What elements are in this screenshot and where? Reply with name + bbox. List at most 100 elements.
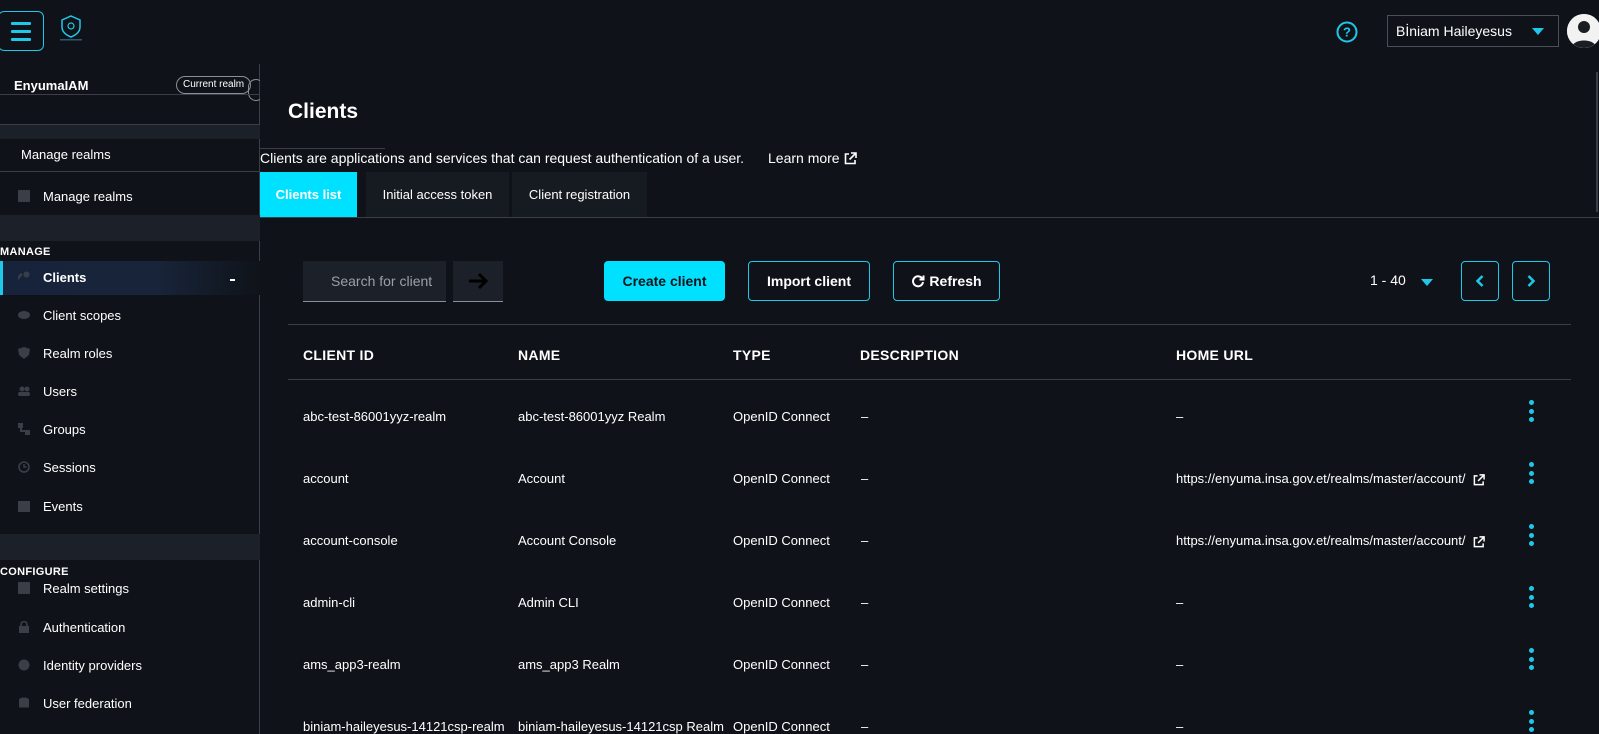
hamburger-menu-button[interactable] — [0, 11, 44, 51]
sidebar-item-label: User federation — [43, 696, 132, 711]
divider — [260, 148, 385, 149]
sidebar-item-events[interactable]: Events — [0, 490, 260, 524]
sidebar-item-label: Groups — [43, 422, 86, 437]
key-icon — [18, 271, 30, 280]
divider — [288, 379, 1571, 380]
column-header-client-id[interactable]: CLIENT ID — [303, 347, 374, 363]
client-name: biniam-haileyesus-14121csp Realm — [518, 719, 724, 734]
lock-icon — [19, 621, 29, 633]
client-id-link[interactable]: admin-cli — [303, 595, 355, 610]
sidebar-item-label: Client scopes — [43, 308, 122, 323]
home-url-link[interactable]: https://enyuma.insa.gov.et/realms/master… — [1176, 533, 1485, 548]
sidebar-item-user-federation[interactable]: User federation — [0, 687, 260, 721]
sidebar-item-label: Realm settings — [43, 581, 129, 596]
eye-icon — [18, 311, 30, 319]
create-client-button[interactable]: Create client — [604, 261, 725, 301]
refresh-label: Refresh — [929, 273, 982, 289]
row-actions-kebab-icon[interactable] — [1527, 462, 1535, 484]
grid-icon — [18, 190, 30, 202]
refresh-button[interactable]: Refresh — [893, 261, 1000, 301]
client-type: OpenID Connect — [733, 533, 830, 548]
globe-icon — [18, 659, 30, 671]
tab-clients-list[interactable]: Clients list — [260, 172, 357, 217]
sidebar-item-label: Clients — [43, 270, 87, 285]
client-type: OpenID Connect — [733, 657, 830, 672]
client-id-link[interactable]: ams_app3-realm — [303, 657, 401, 672]
learn-more-link[interactable]: Learn more — [768, 150, 857, 166]
home-url-link[interactable]: https://enyuma.insa.gov.et/realms/master… — [1176, 471, 1485, 486]
sidebar-item-clients[interactable]: Clients — [0, 261, 260, 295]
home-url-text: https://enyuma.insa.gov.et/realms/master… — [1176, 533, 1466, 548]
chevron-down-icon[interactable] — [1421, 279, 1433, 286]
client-home-url: – — [1176, 657, 1184, 672]
row-actions-kebab-icon[interactable] — [1527, 524, 1535, 546]
sidebar-item-manage-realms[interactable]: Manage realms — [0, 180, 260, 214]
row-actions-kebab-icon[interactable] — [1527, 586, 1535, 608]
import-client-button[interactable]: Import client — [748, 261, 870, 301]
search-input[interactable] — [303, 261, 446, 301]
column-header-type[interactable]: TYPE — [733, 347, 771, 363]
client-id-link[interactable]: biniam-haileyesus-14121csp-realm — [303, 719, 505, 734]
sidebar-item-realm-settings[interactable]: Realm settings — [0, 572, 260, 606]
row-actions-kebab-icon[interactable] — [1527, 648, 1535, 670]
chevron-left-icon — [1475, 275, 1484, 287]
divider — [0, 124, 260, 125]
search-box — [303, 261, 446, 302]
client-description: – — [861, 595, 869, 610]
sidebar-item-authentication[interactable]: Authentication — [0, 611, 260, 645]
scrollbar[interactable] — [1596, 72, 1598, 212]
chevron-down-icon — [1532, 28, 1544, 35]
sidebar-item-label: Authentication — [43, 620, 126, 635]
row-actions-kebab-icon[interactable] — [1527, 400, 1535, 422]
tab-initial-access-token[interactable]: Initial access token — [366, 172, 509, 217]
sidebar-item-identity-providers[interactable]: Identity providers — [0, 649, 260, 683]
user-dropdown[interactable]: Bİniam Haileyesus — [1387, 15, 1559, 47]
client-id-link[interactable]: account-console — [303, 533, 398, 548]
sidebar-item-users[interactable]: Users — [0, 375, 260, 409]
row-actions-kebab-icon[interactable] — [1527, 710, 1535, 732]
page-header: Clients Clients are applications and ser… — [260, 64, 1599, 218]
sidebar-item-client-scopes[interactable]: Client scopes — [0, 299, 260, 333]
external-link-icon — [1473, 473, 1485, 485]
divider — [0, 94, 260, 95]
sidebar-item-sessions[interactable]: Sessions — [0, 451, 260, 485]
column-header-name[interactable]: NAME — [518, 347, 560, 363]
client-id-link[interactable]: abc-test-86001yyz-realm — [303, 409, 446, 424]
learn-more-label: Learn more — [768, 150, 840, 166]
client-name: Account — [518, 471, 565, 486]
sidebar-item-groups[interactable]: Groups — [0, 413, 260, 447]
client-id-link[interactable]: account — [303, 471, 349, 486]
page-description: Clients are applications and services th… — [260, 150, 745, 166]
realm-selector[interactable]: EnyumaIAM Current realm — [0, 76, 264, 101]
external-link-icon — [844, 151, 857, 164]
manage-section-heading: MANAGE — [0, 246, 51, 258]
client-type: OpenID Connect — [733, 409, 830, 424]
shield-icon — [18, 347, 30, 359]
sidebar-item-label: Sessions — [43, 460, 96, 475]
tab-client-registration[interactable]: Client registration — [512, 172, 647, 217]
previous-page-button[interactable] — [1461, 261, 1499, 301]
sidebar-item-label: Users — [43, 384, 77, 399]
grid-icon — [18, 582, 30, 594]
client-description: – — [861, 533, 869, 548]
pagination-range[interactable]: 1 - 40 — [1370, 272, 1406, 288]
client-description: – — [861, 409, 869, 424]
divider — [0, 171, 260, 172]
search-submit-button[interactable] — [453, 261, 503, 302]
enyuma-logo[interactable] — [56, 14, 86, 42]
client-type: OpenID Connect — [733, 719, 830, 734]
sidebar-item-label: Identity providers — [43, 658, 142, 673]
client-description: – — [861, 471, 869, 486]
sidebar-item-realm-roles[interactable]: Realm roles — [0, 337, 260, 371]
manage-realms-header[interactable]: Manage realms — [21, 147, 111, 162]
next-page-button[interactable] — [1512, 261, 1550, 301]
current-realm-badge: Current realm — [176, 76, 252, 94]
column-header-home-url[interactable]: HOME URL — [1176, 347, 1253, 363]
client-home-url: – — [1176, 409, 1184, 424]
sidebar-band — [0, 215, 260, 241]
chevron-icon — [230, 279, 235, 281]
column-header-description[interactable]: DESCRIPTION — [860, 347, 959, 363]
users-icon — [18, 386, 30, 396]
avatar[interactable] — [1567, 14, 1599, 48]
help-icon[interactable]: ? — [1336, 21, 1358, 43]
